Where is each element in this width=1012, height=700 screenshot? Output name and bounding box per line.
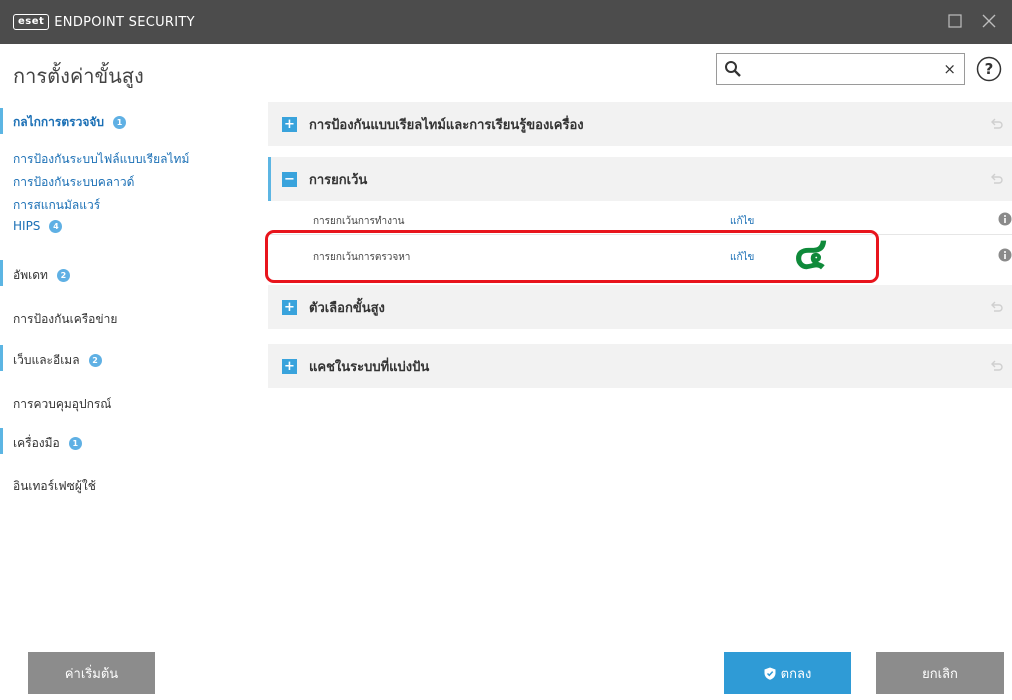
section-label: ตัวเลือกขั้นสูง bbox=[309, 300, 385, 316]
sidebar-item-user-interface[interactable]: อินเทอร์เฟซผู้ใช้ bbox=[13, 477, 96, 496]
help-icon[interactable]: ? bbox=[976, 56, 1002, 82]
revert-icon[interactable] bbox=[990, 359, 1004, 373]
section-label: การยกเว้น bbox=[309, 172, 368, 188]
default-button[interactable]: ค่าเริ่มต้น bbox=[28, 652, 155, 694]
collapse-icon[interactable]: − bbox=[282, 171, 297, 187]
expand-icon[interactable]: + bbox=[282, 116, 297, 132]
page-title: การตั้งค่าขั้นสูง bbox=[13, 64, 144, 88]
ok-button-label: ตกลง bbox=[780, 666, 812, 682]
ok-button[interactable]: ตกลง bbox=[724, 652, 851, 694]
clear-search-icon[interactable]: × bbox=[943, 60, 956, 78]
maximize-icon[interactable] bbox=[946, 12, 964, 30]
revert-icon[interactable] bbox=[990, 300, 1004, 314]
sidebar-item-label: อินเทอร์เฟซผู้ใช้ bbox=[13, 479, 96, 493]
sidebar-item-label: HIPS bbox=[13, 219, 41, 233]
notification-badge: 4 bbox=[49, 219, 63, 233]
sidebar-item-cloud[interactable]: การป้องกันระบบคลาวด์ bbox=[13, 173, 134, 192]
revert-icon[interactable] bbox=[990, 117, 1004, 131]
app-title: ENDPOINT SECURITY bbox=[54, 14, 195, 30]
section-realtime-ml[interactable]: + การป้องกันแบบเรียลไทม์และการเรียนรู้ขอ… bbox=[268, 102, 1012, 146]
expand-icon[interactable]: + bbox=[282, 358, 297, 374]
search-field[interactable]: × bbox=[716, 53, 965, 85]
sidebar-item-label: การควบคุมอุปกรณ์ bbox=[13, 397, 112, 411]
info-icon[interactable] bbox=[998, 212, 1012, 226]
notification-badge: 1 bbox=[68, 437, 82, 450]
notification-badge: 2 bbox=[88, 354, 102, 367]
title-bar: eset ENDPOINT SECURITY bbox=[0, 0, 1012, 44]
sidebar-item-malware-scan[interactable]: การสแกนมัลแวร์ bbox=[13, 196, 100, 215]
sidebar-item-label: อัพเดท bbox=[13, 268, 48, 282]
help-label: ? bbox=[985, 60, 994, 78]
sidebar-marker-web bbox=[0, 345, 3, 371]
sidebar-item-update[interactable]: อัพเดท 2 bbox=[13, 266, 70, 285]
search-icon bbox=[725, 61, 741, 77]
default-button-label: ค่าเริ่มต้น bbox=[64, 666, 119, 682]
section-label: การป้องกันแบบเรียลไทม์และการเรียนรู้ของเ… bbox=[309, 117, 584, 133]
section-label: แคชในระบบที่แบ่งปัน bbox=[309, 359, 430, 375]
sidebar-marker-tools bbox=[0, 428, 3, 454]
close-icon[interactable] bbox=[980, 12, 998, 30]
sidebar-item-device-control[interactable]: การควบคุมอุปกรณ์ bbox=[13, 395, 111, 414]
sidebar-item-tools[interactable]: เครื่องมือ 1 bbox=[13, 434, 82, 453]
notification-badge: 1 bbox=[113, 116, 127, 129]
sidebar-item-label: เว็บและอีเมล bbox=[13, 353, 80, 367]
sidebar-marker-update bbox=[0, 260, 3, 286]
sidebar-item-label: การป้องกันระบบคลาวด์ bbox=[13, 175, 135, 189]
setting-label: การยกเว้นการทำงาน bbox=[313, 216, 405, 227]
annotation-step-number: ๔ bbox=[794, 228, 828, 279]
annotation-highlight-box bbox=[265, 230, 879, 283]
cancel-button-label: ยกเลิก bbox=[922, 666, 958, 682]
eset-logo: eset bbox=[13, 14, 50, 30]
notification-badge: 2 bbox=[56, 269, 70, 282]
sidebar-item-label: กลไกการตรวจจับ bbox=[13, 115, 105, 129]
sidebar-item-web-email[interactable]: เว็บและอีเมล 2 bbox=[13, 351, 102, 370]
sidebar-item-label: การสแกนมัลแวร์ bbox=[13, 198, 101, 212]
expanded-section-marker bbox=[268, 157, 271, 201]
sidebar-item-label: การป้องกันระบบไฟล์แบบเรียลไทม์ bbox=[13, 152, 190, 166]
section-shared-cache[interactable]: + แคชในระบบที่แบ่งปัน bbox=[268, 344, 1012, 388]
revert-icon[interactable] bbox=[990, 172, 1004, 186]
section-exclusions[interactable]: − การยกเว้น bbox=[268, 157, 1012, 201]
sidebar-item-hips[interactable]: HIPS 4 bbox=[13, 219, 63, 233]
search-input[interactable] bbox=[747, 59, 937, 79]
sidebar-item-label: เครื่องมือ bbox=[13, 436, 60, 450]
section-advanced-options[interactable]: + ตัวเลือกขั้นสูง bbox=[268, 285, 1012, 329]
shield-icon bbox=[764, 667, 776, 680]
cancel-button[interactable]: ยกเลิก bbox=[876, 652, 1004, 694]
expand-icon[interactable]: + bbox=[282, 299, 297, 315]
sidebar-item-detection-engine[interactable]: กลไกการตรวจจับ 1 bbox=[13, 113, 127, 132]
sidebar-item-label: การป้องกันเครือข่าย bbox=[13, 312, 118, 326]
sidebar-item-realtime-fs[interactable]: การป้องกันระบบไฟล์แบบเรียลไทม์ bbox=[13, 150, 189, 169]
info-icon[interactable] bbox=[998, 248, 1012, 262]
edit-performance-exclusions-link[interactable]: แก้ไข bbox=[730, 214, 754, 229]
sidebar-item-network[interactable]: การป้องกันเครือข่าย bbox=[13, 310, 117, 329]
sidebar-active-marker bbox=[0, 108, 3, 134]
